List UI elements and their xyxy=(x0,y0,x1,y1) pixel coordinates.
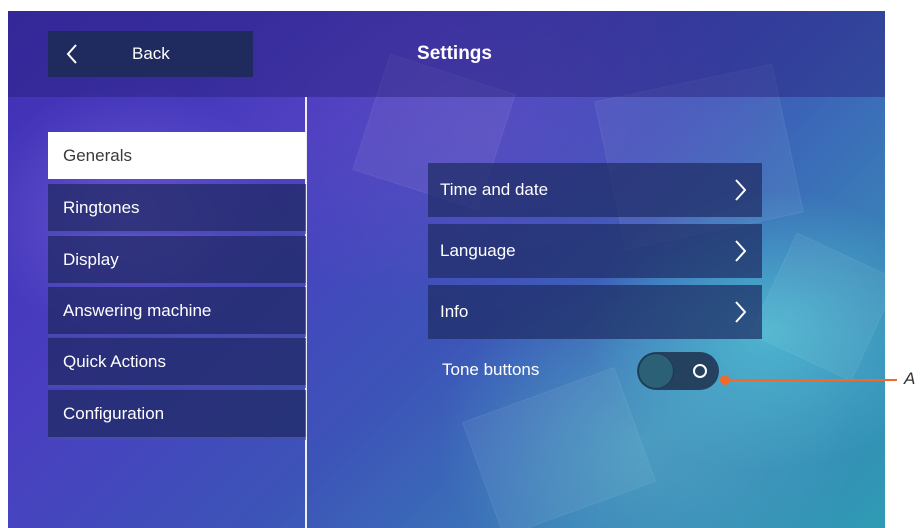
sidebar-item-label: Quick Actions xyxy=(63,351,166,371)
sidebar-item-label: Configuration xyxy=(63,403,165,423)
page-title: Settings xyxy=(8,43,885,65)
chevron-right-icon xyxy=(735,301,746,323)
option-label: Language xyxy=(440,241,516,260)
sidebar-item-label: Ringtones xyxy=(63,197,140,217)
sidebar-item-quick-actions[interactable]: Quick Actions xyxy=(48,338,306,388)
sidebar-item-label: Answering machine xyxy=(63,300,212,320)
header-bar: Back Settings xyxy=(8,11,885,97)
page-title-text: Settings xyxy=(417,43,492,64)
toggle-knob xyxy=(639,354,673,388)
chevron-right-icon xyxy=(735,179,746,201)
sidebar-item-label: Display xyxy=(63,249,119,269)
callout-line xyxy=(726,379,897,381)
sidebar-item-ringtones[interactable]: Ringtones xyxy=(48,184,306,234)
sidebar-item-label: Generals xyxy=(63,145,132,165)
sidebar-item-generals[interactable]: Generals xyxy=(48,132,306,179)
language-row[interactable]: Language xyxy=(428,224,762,278)
tone-buttons-label: Tone buttons xyxy=(442,360,540,379)
sidebar-item-answering-machine[interactable]: Answering machine xyxy=(48,287,306,337)
option-label: Time and date xyxy=(440,180,549,199)
toggle-off-indicator-icon xyxy=(693,364,707,378)
option-label: Info xyxy=(440,302,469,321)
time-and-date-row[interactable]: Time and date xyxy=(428,163,762,217)
background-cube xyxy=(462,366,656,528)
chevron-right-icon xyxy=(735,240,746,262)
background-cube xyxy=(749,232,885,382)
info-row[interactable]: Info xyxy=(428,285,762,339)
callout-label: A xyxy=(904,369,916,388)
tone-buttons-toggle[interactable] xyxy=(637,352,719,390)
sidebar-item-display[interactable]: Display xyxy=(48,236,306,286)
sidebar-item-configuration[interactable]: Configuration xyxy=(48,390,306,440)
device-screen: Back Settings Generals Ringtones Display… xyxy=(8,11,885,528)
